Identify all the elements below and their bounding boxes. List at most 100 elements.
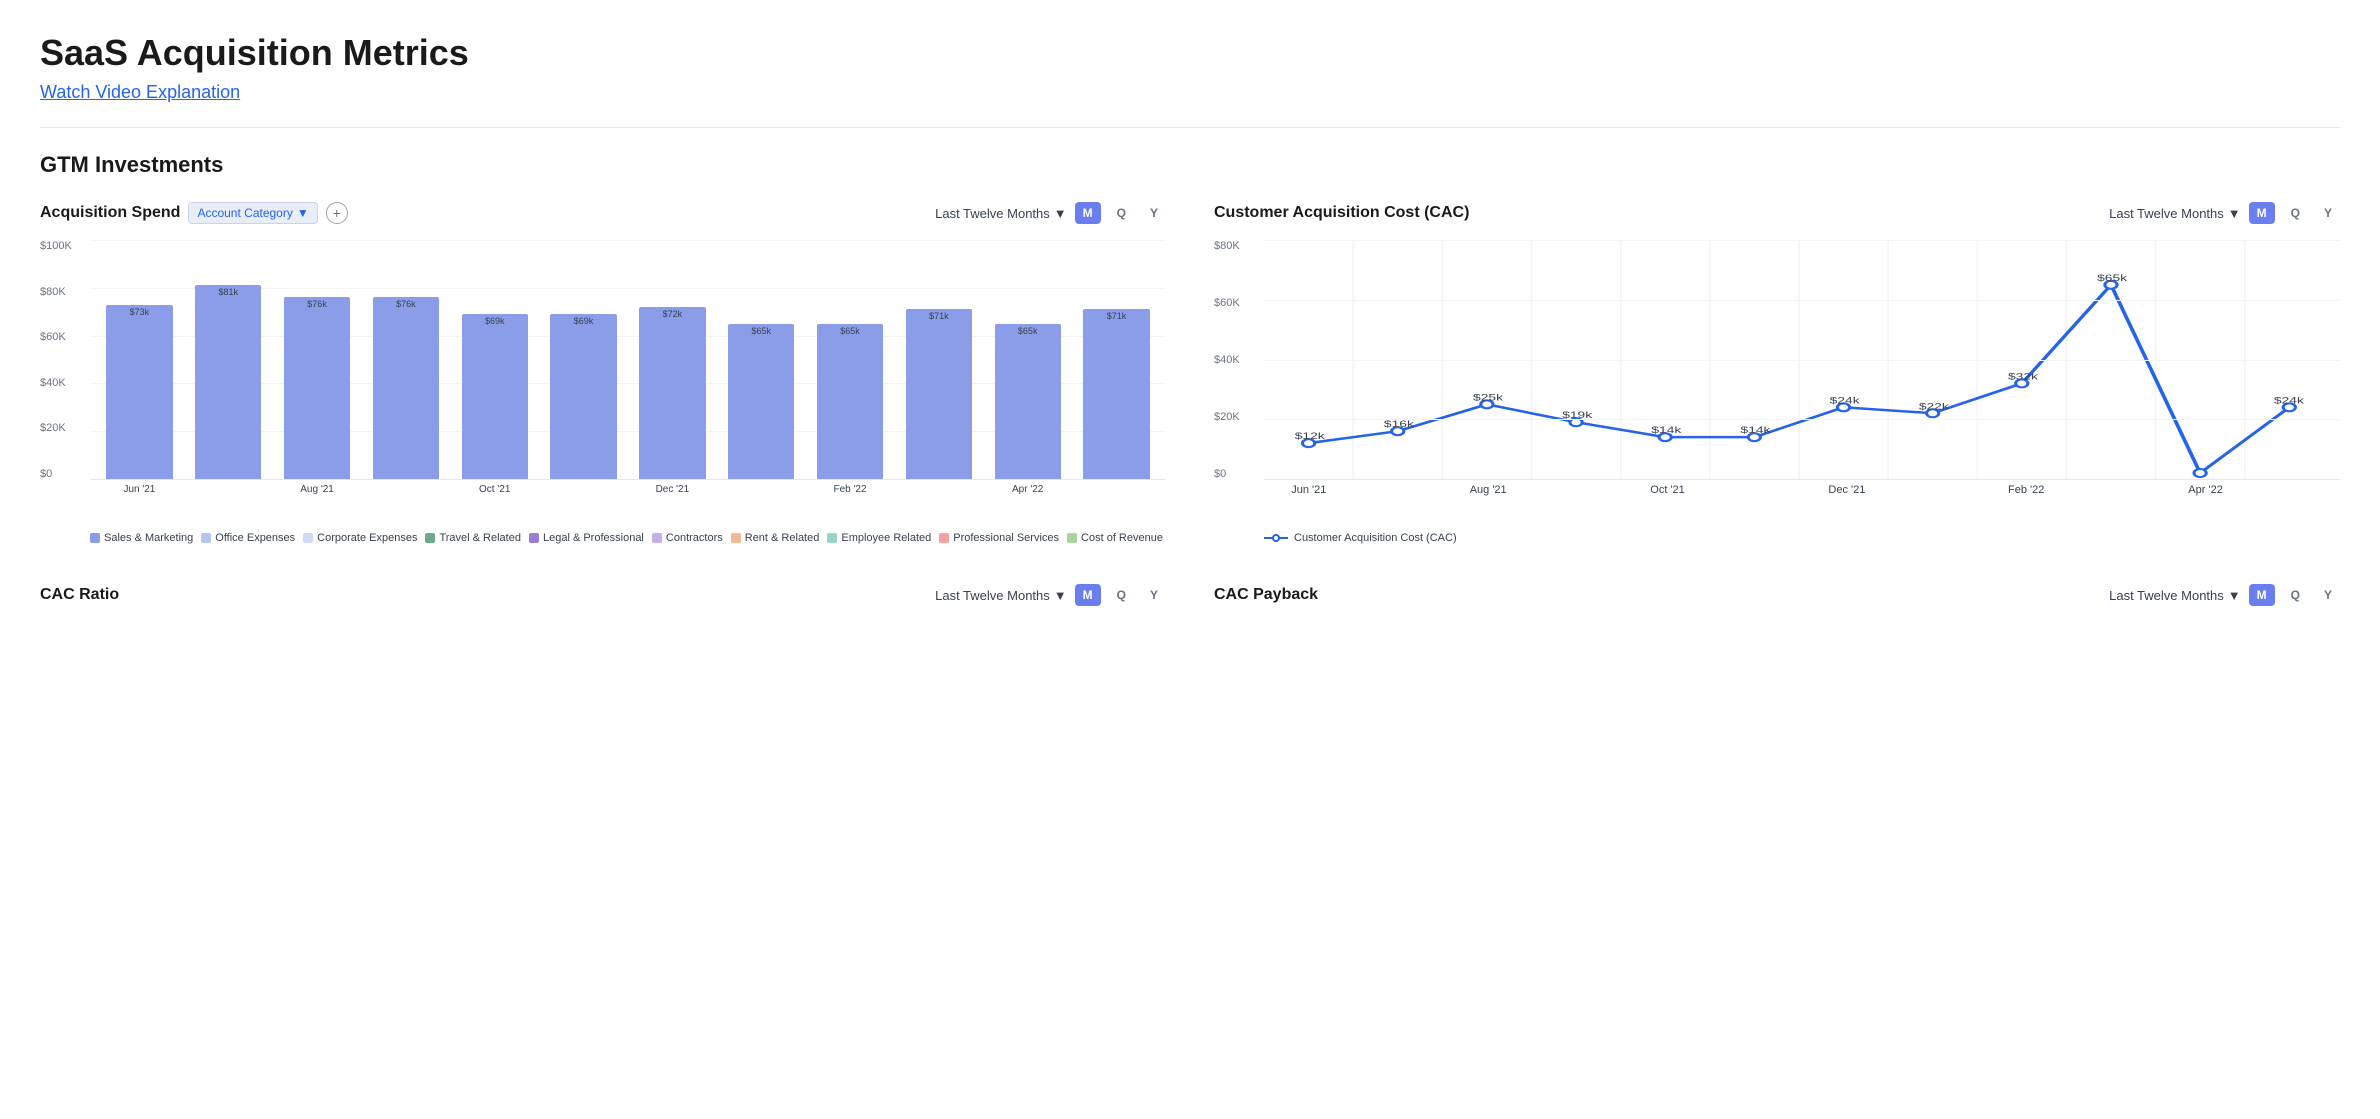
legend-label-cost-revenue: Cost of Revenue	[1081, 532, 1163, 544]
bar-inner-9: $71k	[906, 309, 972, 479]
acquisition-spend-title: Acquisition Spend	[40, 204, 180, 222]
cac-period-q-button[interactable]: Q	[2283, 202, 2308, 224]
header: SaaS Acquisition Metrics Watch Video Exp…	[40, 32, 2340, 103]
line-chart-content: $12k $16k $25k $19k $14k $14k $24k $22k …	[1264, 240, 2340, 480]
legend-professional: Professional Services	[939, 532, 1059, 544]
line-chart-area: $80K $60K $40K $20K $0	[1214, 240, 2340, 520]
bar-11: $71k	[1075, 240, 1158, 479]
bars-container: $73k$81k$76k$76k$69k$69k$72k$65k$65k$71k…	[90, 240, 1166, 479]
period-dropdown[interactable]: Last Twelve Months ▼	[935, 206, 1067, 221]
video-link[interactable]: Watch Video Explanation	[40, 82, 240, 102]
filter-label: Account Category	[197, 206, 292, 220]
cac-grid-lines	[1264, 240, 2340, 479]
x-label-9	[897, 484, 980, 495]
bar-inner-0: $73k	[106, 305, 172, 479]
cac-y-0: $0	[1214, 468, 1258, 480]
legend-dot-cost-revenue	[1067, 533, 1077, 543]
cac-grid-40	[1264, 360, 2340, 361]
bar-7: $65k	[720, 240, 803, 479]
cac-period-m-button[interactable]: M	[2249, 202, 2275, 224]
cac-payback-period-label: Last Twelve Months	[2109, 588, 2224, 603]
legend-dot-rent	[731, 533, 741, 543]
x-label-apr22: Apr '22	[2161, 484, 2251, 496]
cac-legend-item: Customer Acquisition Cost (CAC)	[1264, 532, 1457, 544]
dropdown-chevron-icon: ▼	[1054, 206, 1067, 221]
cac-payback-q-button[interactable]: Q	[2283, 584, 2308, 606]
bar-chart-area: $100K $80K $60K $40K $20K $0	[40, 240, 1166, 520]
cac-period-label: Last Twelve Months	[2109, 206, 2224, 221]
legend-dot-office	[201, 533, 211, 543]
cac-legend-icon	[1264, 533, 1288, 543]
period-y-button[interactable]: Y	[1142, 202, 1166, 224]
period-m-button[interactable]: M	[1075, 202, 1101, 224]
add-filter-button[interactable]: +	[326, 202, 348, 224]
x-label-1	[187, 484, 270, 495]
cac-period-dropdown[interactable]: Last Twelve Months ▼	[2109, 206, 2241, 221]
period-q-button[interactable]: Q	[1109, 202, 1134, 224]
cac-ratio-m-button[interactable]: M	[1075, 584, 1101, 606]
chevron-down-icon: ▼	[297, 206, 309, 220]
legend-sales-marketing: Sales & Marketing	[90, 532, 193, 544]
legend-travel: Travel & Related	[425, 532, 521, 544]
legend-dot-corporate	[303, 533, 313, 543]
cac-legend: Customer Acquisition Cost (CAC)	[1264, 532, 2340, 544]
cac-y-20k: $20K	[1214, 411, 1258, 423]
cac-payback-header: CAC Payback Last Twelve Months ▼ M Q Y	[1214, 584, 2340, 606]
cac-y-axis: $80K $60K $40K $20K $0	[1214, 240, 1258, 480]
bar-inner-2: $76k	[284, 297, 350, 479]
bar-0: $73k	[98, 240, 181, 479]
x-label-2: Aug '21	[276, 484, 359, 495]
legend-dot-travel	[425, 533, 435, 543]
bottom-row: CAC Ratio Last Twelve Months ▼ M Q Y CAC…	[40, 584, 2340, 622]
legend-legal: Legal & Professional	[529, 532, 644, 544]
cac-ratio-q-button[interactable]: Q	[1109, 584, 1134, 606]
x-label-6: Dec '21	[631, 484, 714, 495]
bar-inner-8: $65k	[817, 324, 883, 479]
bar-inner-1: $81k	[195, 285, 261, 479]
legend-dot-contractors	[652, 533, 662, 543]
bar-inner-3: $76k	[373, 297, 439, 479]
x-label-oct21: Oct '21	[1623, 484, 1713, 496]
cac-payback-period-controls: Last Twelve Months ▼ M Q Y	[2109, 584, 2340, 606]
bar-chart-content: $73k$81k$76k$76k$69k$69k$72k$65k$65k$71k…	[90, 240, 1166, 480]
legend-label-employee: Employee Related	[841, 532, 931, 544]
y-label-80k: $80K	[40, 286, 84, 298]
cac-y-60k: $60K	[1214, 297, 1258, 309]
bar-inner-10: $65k	[995, 324, 1061, 479]
legend-label-travel: Travel & Related	[439, 532, 521, 544]
x-label-0: Jun '21	[98, 484, 181, 495]
bar-inner-11: $71k	[1083, 309, 1149, 479]
bar-1: $81k	[187, 240, 270, 479]
legend-employee: Employee Related	[827, 532, 931, 544]
legend-label-office: Office Expenses	[215, 532, 295, 544]
x-label-empty3	[1712, 484, 1802, 496]
legend-corporate: Corporate Expenses	[303, 532, 417, 544]
cac-payback-m-button[interactable]: M	[2249, 584, 2275, 606]
cac-dropdown-chevron-icon: ▼	[2228, 206, 2241, 221]
x-label-empty2	[1533, 484, 1623, 496]
x-axis: Jun '21Aug '21Oct '21Dec '21Feb '22Apr '…	[90, 484, 1166, 495]
legend-label-professional: Professional Services	[953, 532, 1059, 544]
account-category-filter[interactable]: Account Category ▼	[188, 202, 317, 224]
x-label-feb22: Feb '22	[1981, 484, 2071, 496]
cac-payback-panel: CAC Payback Last Twelve Months ▼ M Q Y	[1214, 584, 2340, 622]
x-label-empty1	[1354, 484, 1444, 496]
cac-ratio-y-button[interactable]: Y	[1142, 584, 1166, 606]
cac-header: Customer Acquisition Cost (CAC) Last Twe…	[1214, 202, 2340, 224]
y-label-20k: $20K	[40, 422, 84, 434]
cac-payback-period-dropdown[interactable]: Last Twelve Months ▼	[2109, 588, 2241, 603]
cac-payback-y-button[interactable]: Y	[2316, 584, 2340, 606]
x-label-11	[1075, 484, 1158, 495]
y-label-40k: $40K	[40, 377, 84, 389]
legend-dot-professional	[939, 533, 949, 543]
x-label-8: Feb '22	[809, 484, 892, 495]
cac-ratio-period-dropdown[interactable]: Last Twelve Months ▼	[935, 588, 1067, 603]
cac-ratio-panel: CAC Ratio Last Twelve Months ▼ M Q Y	[40, 584, 1166, 622]
cac-grid-20	[1264, 419, 2340, 420]
chart-title-left: Acquisition Spend Account Category ▼ +	[40, 202, 348, 224]
cac-period-y-button[interactable]: Y	[2316, 202, 2340, 224]
cac-y-40k: $40K	[1214, 354, 1258, 366]
y-axis: $100K $80K $60K $40K $20K $0	[40, 240, 84, 480]
period-controls: Last Twelve Months ▼ M Q Y	[935, 202, 1166, 224]
period-label: Last Twelve Months	[935, 206, 1050, 221]
